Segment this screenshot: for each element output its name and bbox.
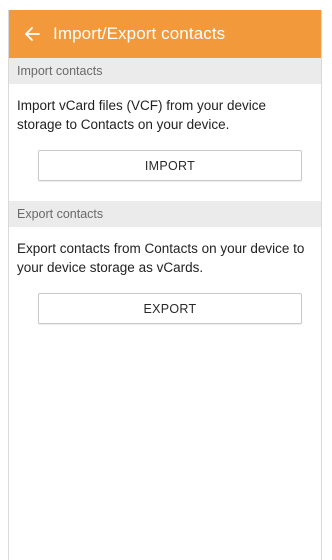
app-bar: Import/Export contacts (9, 10, 321, 58)
screen: Import/Export contacts Import contacts I… (8, 10, 322, 560)
import-section-header: Import contacts (9, 58, 321, 84)
export-section-header: Export contacts (9, 201, 321, 227)
import-button[interactable]: IMPORT (38, 150, 302, 181)
import-description: Import vCard files (VCF) from your devic… (17, 98, 267, 132)
back-arrow-icon[interactable] (19, 21, 45, 47)
export-button[interactable]: EXPORT (38, 293, 302, 324)
export-description: Export contacts from Contacts on your de… (17, 241, 305, 275)
page-title: Import/Export contacts (53, 24, 226, 43)
